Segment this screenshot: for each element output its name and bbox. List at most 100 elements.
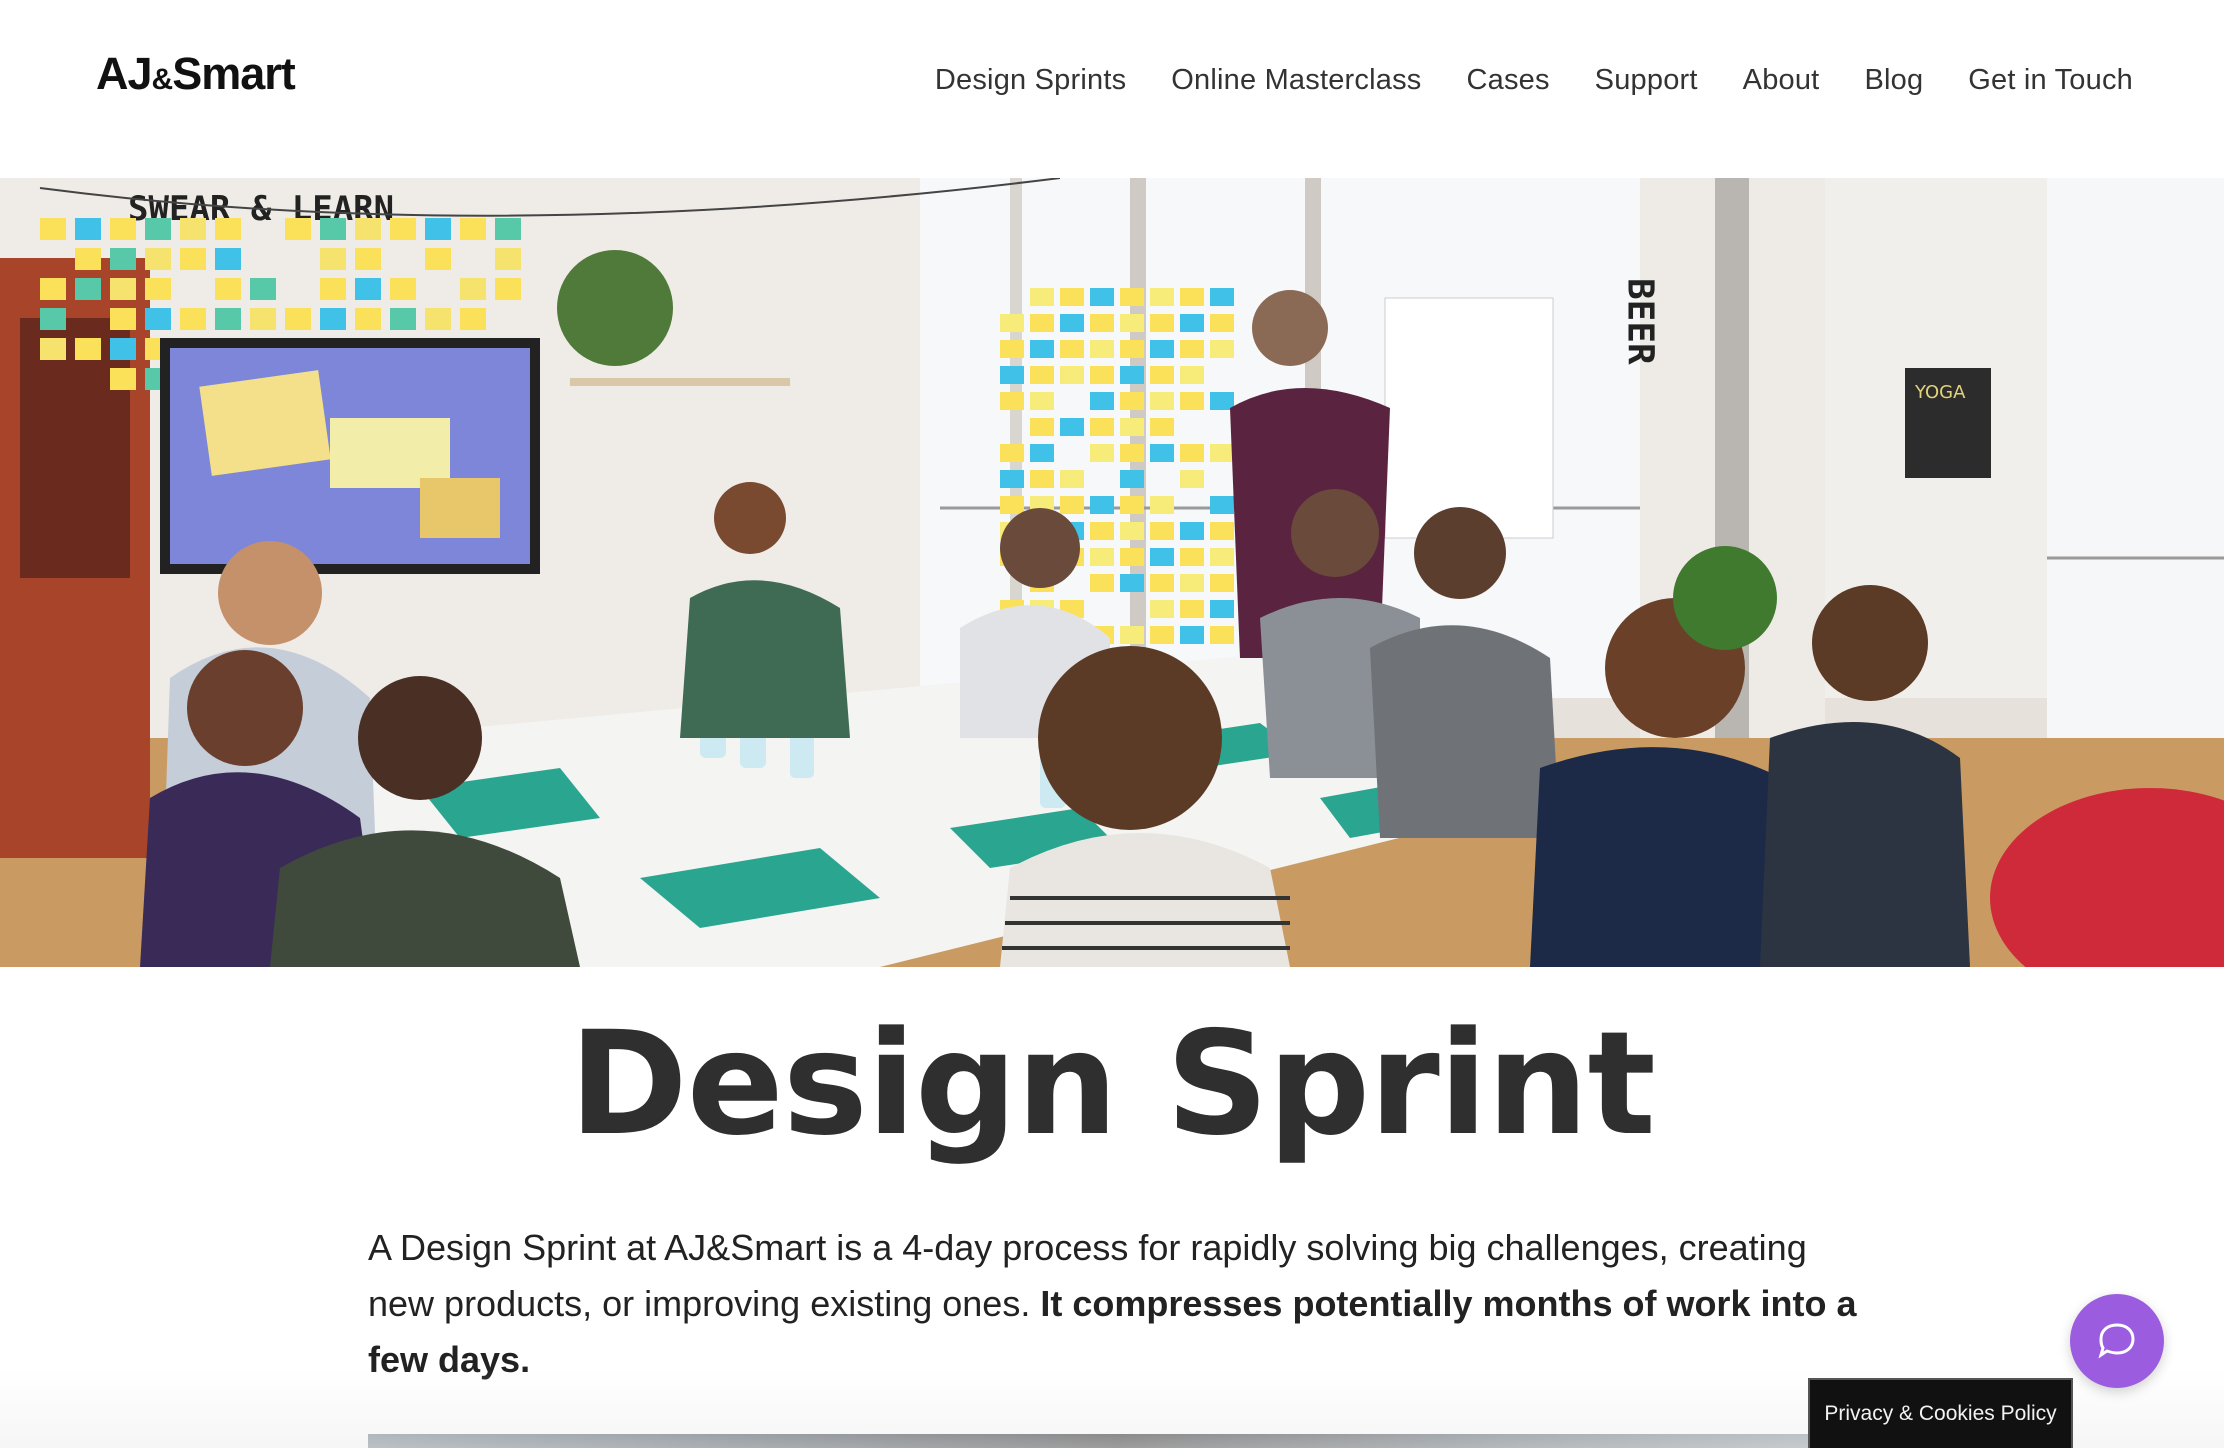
sticky-note [425,218,451,240]
sticky-note [1150,522,1174,540]
sticky-note [1180,340,1204,358]
sticky-note [1120,626,1144,644]
sticky-note [110,218,136,240]
sticky-note [1060,470,1084,488]
privacy-policy-button[interactable]: Privacy & Cookies Policy [1808,1378,2073,1448]
sticky-note [460,218,486,240]
nav-item-get-in-touch[interactable]: Get in Touch [1968,64,2133,97]
sticky-note [495,218,521,240]
site-header: AJ&Smart Design Sprints Online Mastercla… [0,0,2224,178]
privacy-label: Privacy & Cookies Policy [1824,1402,2056,1426]
sticky-note [1210,288,1234,306]
sticky-note [250,308,276,330]
sticky-note [320,308,346,330]
sticky-note [180,308,206,330]
sticky-note [1210,314,1234,332]
sticky-note [1210,522,1234,540]
sticky-note [110,368,136,390]
logo-text-smart: Smart [172,48,295,99]
sticky-note [180,248,206,270]
nav-item-online-masterclass[interactable]: Online Masterclass [1171,64,1421,97]
sticky-note [75,338,101,360]
sticky-note [75,248,101,270]
sticky-note [145,278,171,300]
sticky-note [1120,288,1144,306]
sticky-note [1060,366,1084,384]
sticky-note [75,218,101,240]
sticky-note [1210,340,1234,358]
sticky-note [215,308,241,330]
sticky-note [425,308,451,330]
sticky-note [1150,548,1174,566]
nav-item-blog[interactable]: Blog [1864,64,1923,97]
nav-item-support[interactable]: Support [1595,64,1698,97]
sticky-note [285,218,311,240]
sticky-note [1180,366,1204,384]
sticky-note [40,338,66,360]
sticky-note [1180,288,1204,306]
sticky-note [1090,444,1114,462]
hero-photo: SWEAR & LEARN BEER YOGA [0,178,2224,967]
sticky-note [1180,314,1204,332]
chat-bubble-icon [2097,1321,2137,1361]
sticky-note [1150,314,1174,332]
sticky-note [110,338,136,360]
sticky-note [1000,392,1024,410]
page-title: Design Sprint [0,1000,2224,1167]
sticky-note [1150,600,1174,618]
sticky-note [1090,522,1114,540]
sticky-note [320,278,346,300]
yoga-poster-text: YOGA [1914,382,1966,403]
sticky-note [1120,340,1144,358]
sticky-note [1150,340,1174,358]
sticky-note [250,278,276,300]
intro-paragraph: A Design Sprint at AJ&Smart is a 4-day p… [368,1220,1868,1388]
nav-item-about[interactable]: About [1743,64,1820,97]
sticky-note [1120,496,1144,514]
sticky-note [1180,444,1204,462]
sticky-note [40,308,66,330]
sticky-note [1120,470,1144,488]
sticky-note [110,248,136,270]
sticky-note [1000,314,1024,332]
chat-launcher-button[interactable] [2070,1294,2164,1388]
sticky-note [1120,314,1144,332]
sticky-note [1150,444,1174,462]
sticky-note [180,218,206,240]
sticky-note [75,278,101,300]
sticky-note [320,248,346,270]
sticky-note [1180,626,1204,644]
sticky-note [495,248,521,270]
hero-illustration: SWEAR & LEARN BEER YOGA [0,178,2224,967]
sticky-note [1150,366,1174,384]
sticky-note [1030,288,1054,306]
sticky-note [1180,548,1204,566]
site-logo[interactable]: AJ&Smart [96,48,295,100]
sticky-note [1210,548,1234,566]
sticky-note [1150,496,1174,514]
sticky-note [425,248,451,270]
sticky-note [320,218,346,240]
sticky-note [1210,392,1234,410]
sticky-note [110,308,136,330]
sticky-note [1060,288,1084,306]
sticky-note [1090,392,1114,410]
logo-text-aj: AJ [96,48,152,99]
sticky-note [1060,418,1084,436]
sticky-note [1120,444,1144,462]
sticky-note [285,308,311,330]
sticky-note [1090,496,1114,514]
sticky-note [1150,574,1174,592]
nav-item-cases[interactable]: Cases [1466,64,1549,97]
sticky-note [215,218,241,240]
logo-text-amp: & [152,63,173,96]
sticky-note [355,218,381,240]
sticky-note [1000,444,1024,462]
sticky-note [1090,314,1114,332]
sticky-note [1060,314,1084,332]
sticky-note [1030,340,1054,358]
sticky-note [1030,470,1054,488]
sticky-note [1180,600,1204,618]
sticky-note [1030,418,1054,436]
nav-item-design-sprints[interactable]: Design Sprints [935,64,1126,97]
